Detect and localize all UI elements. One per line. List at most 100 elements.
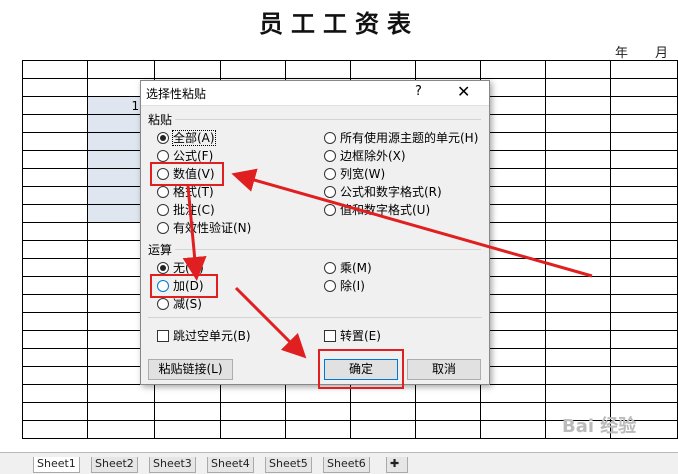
- sheet-tab-1[interactable]: Sheet1: [33, 457, 80, 473]
- grid-cell[interactable]: [479, 204, 546, 223]
- grid-cell[interactable]: [479, 132, 546, 151]
- grid-cell[interactable]: [21, 96, 89, 115]
- grid-cell[interactable]: [610, 312, 678, 331]
- grid-cell[interactable]: [284, 60, 351, 79]
- grid-cell[interactable]: [544, 150, 612, 169]
- grid-cell[interactable]: [610, 114, 678, 133]
- grid-cell[interactable]: [544, 222, 612, 241]
- grid-cell[interactable]: [284, 420, 351, 439]
- grid-cell[interactable]: [544, 330, 612, 349]
- grid-cell[interactable]: [21, 276, 89, 295]
- grid-cell[interactable]: [610, 132, 678, 151]
- grid-cell[interactable]: [87, 420, 156, 439]
- grid-cell[interactable]: [479, 258, 546, 277]
- grid-cell[interactable]: [21, 384, 89, 403]
- grid-cell[interactable]: [544, 312, 612, 331]
- grid-cell[interactable]: [414, 402, 481, 421]
- grid-cell[interactable]: [544, 348, 612, 367]
- grid-cell[interactable]: [154, 402, 221, 421]
- grid-cell[interactable]: [544, 384, 612, 403]
- grid-cell[interactable]: [479, 60, 546, 79]
- grid-cell[interactable]: [21, 132, 89, 151]
- grid-cell[interactable]: [479, 312, 546, 331]
- radio-paste-column-widths[interactable]: 列宽(W): [324, 165, 385, 182]
- grid-cell[interactable]: [219, 60, 286, 79]
- grid-cell[interactable]: [544, 114, 612, 133]
- grid-cell[interactable]: [544, 258, 612, 277]
- grid-cell[interactable]: [21, 60, 89, 79]
- radio-paste-source-theme[interactable]: 所有使用源主题的单元(H): [324, 129, 478, 146]
- radio-paste-values-numbers[interactable]: 值和数字格式(U): [324, 201, 430, 218]
- grid-cell[interactable]: [479, 96, 546, 115]
- grid-cell[interactable]: [21, 150, 89, 169]
- grid-cell[interactable]: [479, 276, 546, 295]
- close-icon[interactable]: ✕: [457, 82, 470, 101]
- grid-cell[interactable]: [154, 384, 221, 403]
- grid-cell[interactable]: [21, 240, 89, 259]
- sheet-tab-4[interactable]: Sheet4: [207, 457, 254, 473]
- grid-cell[interactable]: [21, 366, 89, 385]
- grid-cell[interactable]: [544, 294, 612, 313]
- sheet-tab-6[interactable]: Sheet6: [323, 457, 370, 473]
- grid-cell[interactable]: [479, 78, 546, 97]
- grid-cell[interactable]: [610, 258, 678, 277]
- grid-cell[interactable]: [21, 204, 89, 223]
- grid-cell[interactable]: [610, 168, 678, 187]
- grid-cell[interactable]: [544, 276, 612, 295]
- radio-paste-all[interactable]: 全部(A): [157, 129, 216, 146]
- sheet-tab-3[interactable]: Sheet3: [149, 457, 196, 473]
- grid-cell[interactable]: [544, 204, 612, 223]
- grid-cell[interactable]: [87, 60, 156, 79]
- grid-cell[interactable]: [21, 312, 89, 331]
- grid-cell[interactable]: [414, 384, 481, 403]
- grid-cell[interactable]: [610, 186, 678, 205]
- grid-cell[interactable]: [479, 366, 546, 385]
- grid-cell[interactable]: [544, 60, 612, 79]
- grid-cell[interactable]: [21, 348, 89, 367]
- radio-paste-comments[interactable]: 批注(C): [157, 201, 215, 218]
- grid-cell[interactable]: [479, 330, 546, 349]
- grid-cell[interactable]: [219, 384, 286, 403]
- grid-cell[interactable]: [610, 78, 678, 97]
- grid-cell[interactable]: [479, 168, 546, 187]
- grid-cell[interactable]: [544, 132, 612, 151]
- grid-cell[interactable]: [479, 150, 546, 169]
- grid-cell[interactable]: [349, 402, 416, 421]
- grid-cell[interactable]: [414, 420, 481, 439]
- grid-cell[interactable]: [544, 96, 612, 115]
- grid-cell[interactable]: [21, 78, 89, 97]
- grid-cell[interactable]: [479, 186, 546, 205]
- radio-paste-validation[interactable]: 有效性验证(N): [157, 219, 251, 236]
- grid-cell[interactable]: [21, 402, 89, 421]
- grid-cell[interactable]: [21, 114, 89, 133]
- radio-op-multiply[interactable]: 乘(M): [324, 259, 372, 276]
- grid-cell[interactable]: [21, 186, 89, 205]
- radio-paste-no-borders[interactable]: 边框除外(X): [324, 147, 406, 164]
- grid-cell[interactable]: [610, 204, 678, 223]
- grid-cell[interactable]: [544, 186, 612, 205]
- insert-sheet-icon[interactable]: ✚: [386, 457, 408, 473]
- help-icon[interactable]: ?: [415, 84, 422, 99]
- grid-cell[interactable]: [610, 60, 678, 79]
- radio-op-divide[interactable]: 除(I): [324, 277, 365, 294]
- grid-cell[interactable]: [284, 402, 351, 421]
- sheet-tab-2[interactable]: Sheet2: [91, 457, 138, 473]
- grid-cell[interactable]: [610, 96, 678, 115]
- grid-cell[interactable]: [544, 240, 612, 259]
- grid-cell[interactable]: [21, 258, 89, 277]
- grid-cell[interactable]: [479, 294, 546, 313]
- grid-cell[interactable]: [544, 78, 612, 97]
- grid-cell[interactable]: [21, 168, 89, 187]
- grid-cell[interactable]: [610, 348, 678, 367]
- grid-cell[interactable]: [87, 384, 156, 403]
- grid-cell[interactable]: [479, 114, 546, 133]
- grid-cell[interactable]: [349, 60, 416, 79]
- grid-cell[interactable]: [610, 150, 678, 169]
- grid-cell[interactable]: [479, 240, 546, 259]
- radio-paste-formulas-numbers[interactable]: 公式和数字格式(R): [324, 183, 442, 200]
- grid-cell[interactable]: [479, 222, 546, 241]
- grid-cell[interactable]: [21, 420, 89, 439]
- grid-cell[interactable]: [21, 330, 89, 349]
- grid-cell[interactable]: [610, 366, 678, 385]
- grid-cell[interactable]: [610, 240, 678, 259]
